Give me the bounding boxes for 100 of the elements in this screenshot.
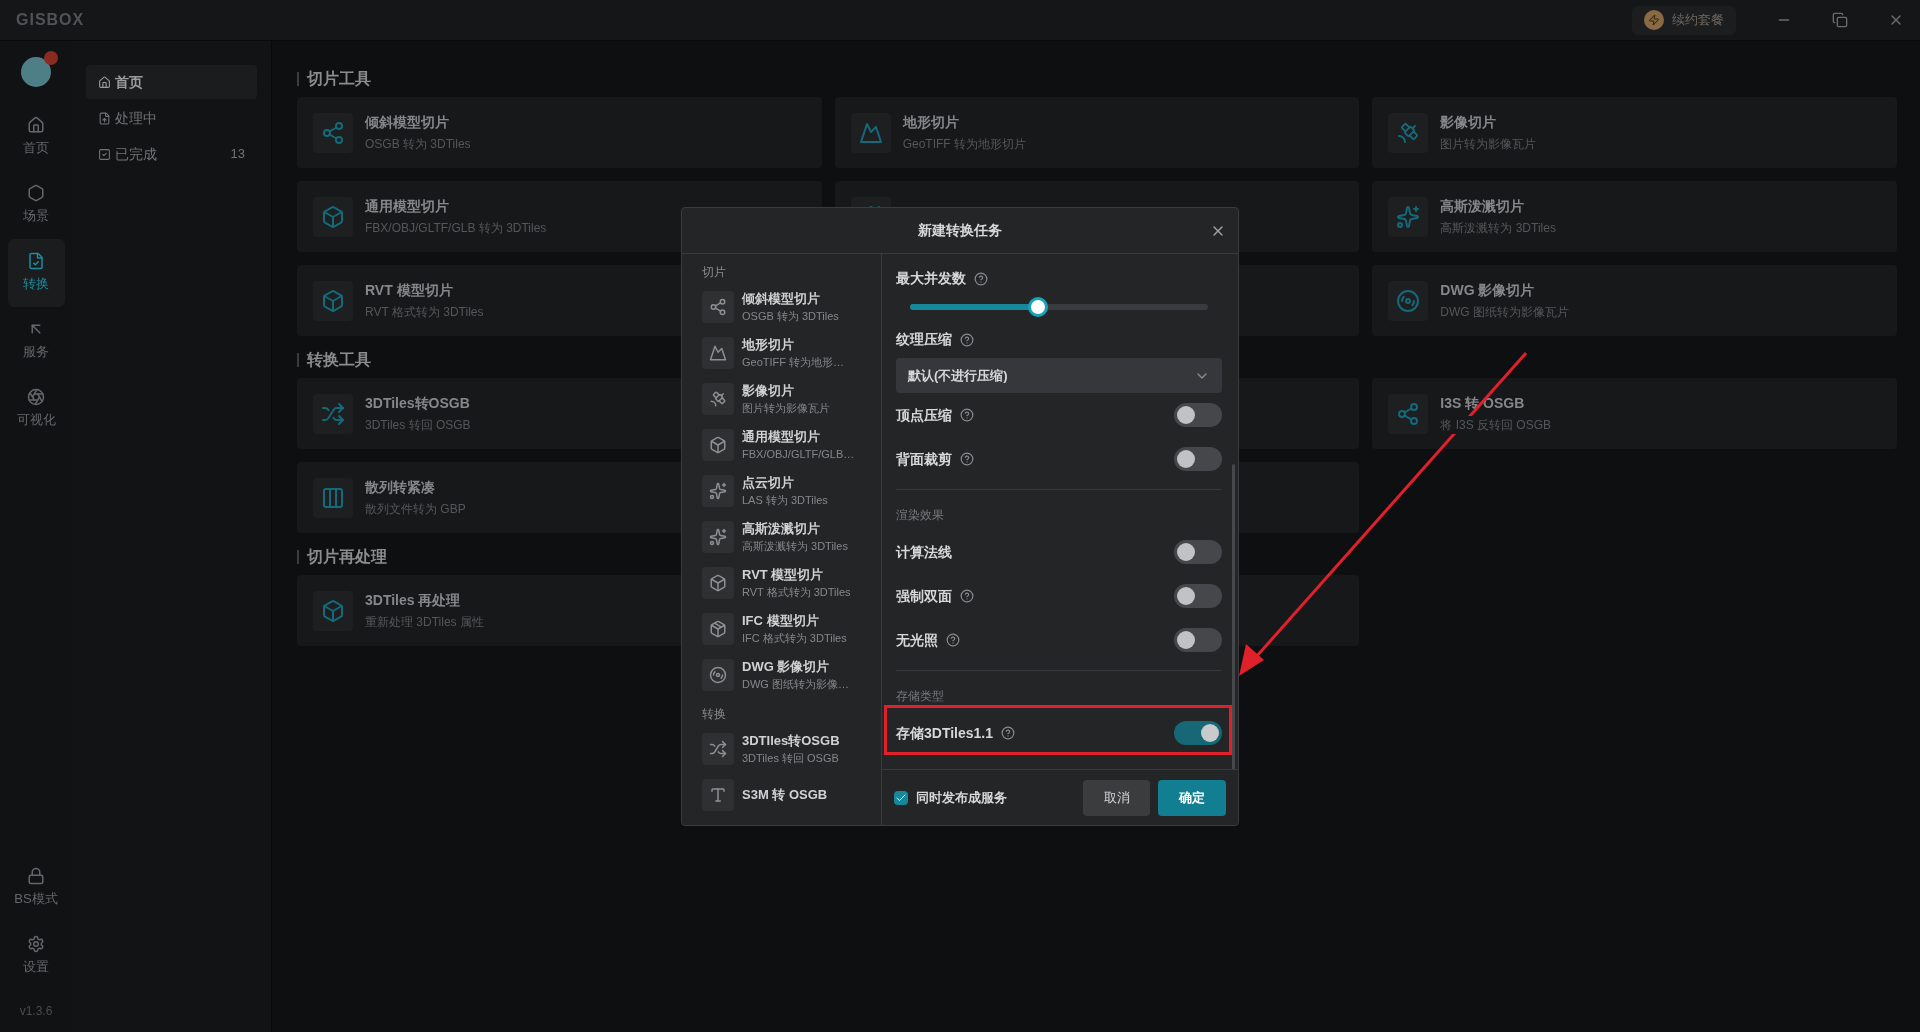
tool-list-item[interactable]: DWG 影像切片 DWG 图纸转为影像… <box>702 652 861 698</box>
rail-nav-item[interactable]: 场景 <box>7 171 65 239</box>
avatar[interactable] <box>21 57 51 87</box>
nodes-icon <box>709 298 727 316</box>
toggle-switch[interactable] <box>1174 403 1222 427</box>
card-title: 影像切片 <box>1440 113 1498 132</box>
help-icon[interactable] <box>960 589 974 603</box>
shuffle-icon <box>709 740 727 758</box>
scrollbar[interactable] <box>1232 464 1235 769</box>
compression-select[interactable]: 默认(不进行压缩) <box>896 358 1222 393</box>
file-upload-icon <box>98 111 111 125</box>
tool-card[interactable]: 地形切片 GeoTIFF 转为地形切片 <box>834 97 1360 168</box>
cube-icon <box>321 288 345 313</box>
tool-card[interactable]: 影像切片 图片转为影像瓦片 <box>1372 97 1897 168</box>
toggle-knob <box>1177 450 1195 468</box>
toggle-knob <box>1177 406 1195 424</box>
sparkle-icon <box>709 528 727 546</box>
help-icon[interactable] <box>974 271 988 286</box>
version-label: v1.3.6 <box>19 1003 53 1020</box>
nodes-icon <box>1396 401 1421 426</box>
tool-card[interactable]: 高斯泼溅切片 高斯泼溅转为 3DTiles <box>1372 181 1897 252</box>
renew-button[interactable]: 续约套餐 <box>1632 5 1736 35</box>
card-subtitle: DWG 图纸转为影像瓦片 <box>1440 303 1569 321</box>
card-title: 通用模型切片 <box>365 197 450 216</box>
cube-icon <box>321 598 345 623</box>
help-icon[interactable] <box>946 633 960 647</box>
restore-icon[interactable] <box>1832 12 1848 28</box>
rail-nav-item[interactable]: 服务 <box>7 307 65 375</box>
toggle-switch[interactable] <box>1174 447 1222 471</box>
setting-label: 存储3DTiles1.1 <box>896 723 993 743</box>
section-title: 切片再处理 <box>307 547 387 567</box>
house-icon <box>27 116 45 135</box>
type-icon <box>709 786 727 804</box>
toggle-switch[interactable] <box>1174 584 1222 608</box>
help-icon[interactable] <box>960 332 974 347</box>
disc-icon <box>1396 288 1421 313</box>
tool-list-item[interactable]: 3DTIles转OSGB 3DTiles 转回 OSGB <box>702 726 861 772</box>
rail-nav-item[interactable]: 设置 <box>7 922 65 990</box>
setting-label: 纹理压缩 <box>896 330 952 349</box>
section-heading: 渲染效果 <box>896 508 944 522</box>
sparkle-icon <box>1396 204 1421 229</box>
cube-icon <box>321 204 345 229</box>
satellite-icon <box>709 390 727 408</box>
card-title: 3DTiles 再处理 <box>365 591 462 610</box>
tool-card[interactable]: DWG 影像切片 DWG 图纸转为影像瓦片 <box>1372 265 1897 336</box>
toggle-switch[interactable] <box>1174 721 1222 745</box>
card-title: 3DTiles转OSGB <box>365 394 471 413</box>
confirm-button[interactable]: 确定 <box>1158 779 1226 816</box>
card-subtitle: OSGB 转为 3DTiles <box>365 135 471 153</box>
lock-icon <box>27 867 45 886</box>
toggle-knob <box>1177 543 1195 561</box>
card-title: 倾斜模型切片 <box>365 113 450 132</box>
card-subtitle: 将 I3S 反转回 OSGB <box>1440 416 1552 434</box>
hexagon-icon <box>27 184 45 203</box>
help-icon[interactable] <box>1001 726 1015 740</box>
mountain-icon <box>858 120 883 145</box>
setting-label: 顶点压缩 <box>896 405 952 425</box>
card-subtitle: 高斯泼溅转为 3DTiles <box>1440 219 1556 237</box>
card-title: I3S 转 OSGB <box>1440 394 1526 413</box>
card-subtitle: 图片转为影像瓦片 <box>1440 135 1537 153</box>
card-title: RVT 模型切片 <box>365 281 454 300</box>
satellite-icon <box>1396 120 1421 145</box>
slider-thumb[interactable] <box>1028 297 1049 317</box>
cancel-button[interactable]: 取消 <box>1083 779 1150 816</box>
card-title: 高斯泼溅切片 <box>1440 197 1526 216</box>
publish-label: 同时发布成服务 <box>916 788 1008 807</box>
app-logo: GISBOX <box>16 10 85 30</box>
setting-label: 计算法线 <box>896 542 952 562</box>
subnav-item[interactable]: 首页 <box>86 65 257 99</box>
subnav-item[interactable]: 已完成 13 <box>86 137 257 171</box>
toggle-switch[interactable] <box>1174 628 1222 652</box>
lightning-icon <box>1644 10 1664 30</box>
tool-card[interactable]: I3S 转 OSGB 将 I3S 反转回 OSGB <box>1372 378 1897 449</box>
shuffle-icon <box>321 401 345 426</box>
card-title: 地形切片 <box>902 113 960 132</box>
list-heading: 转换 <box>702 706 727 723</box>
card-subtitle: 重新处理 3DTiles 属性 <box>365 613 484 631</box>
rail-nav-item[interactable]: 首页 <box>7 103 65 171</box>
toggle-knob <box>1177 631 1195 649</box>
cube-icon <box>709 574 727 592</box>
disc-icon <box>709 666 727 684</box>
rail-nav-item[interactable]: 转换 <box>7 239 65 307</box>
rail-nav-item[interactable]: BS模式 <box>7 854 65 922</box>
toggle-switch[interactable] <box>1174 540 1222 564</box>
file-check-icon <box>27 252 45 271</box>
rail-nav-item[interactable]: 可视化 <box>7 375 65 443</box>
help-icon[interactable] <box>960 452 974 466</box>
package-icon <box>709 620 727 638</box>
setting-label: 强制双面 <box>896 586 952 606</box>
card-title: DWG 影像切片 <box>1440 281 1536 300</box>
dialog-title: 新建转换任务 <box>918 221 1002 240</box>
subnav-item[interactable]: 处理中 <box>86 101 257 135</box>
publish-checkbox[interactable] <box>894 790 908 805</box>
tool-list-item[interactable]: S3M 转 OSGB <box>702 772 861 818</box>
setting-label: 最大并发数 <box>896 269 966 288</box>
cube-icon <box>709 436 727 454</box>
tool-card[interactable]: 倾斜模型切片 OSGB 转为 3DTiles <box>297 97 822 168</box>
help-icon[interactable] <box>960 408 974 422</box>
toggle-knob <box>1177 587 1195 605</box>
card-subtitle: 散列文件转为 GBP <box>365 500 466 518</box>
